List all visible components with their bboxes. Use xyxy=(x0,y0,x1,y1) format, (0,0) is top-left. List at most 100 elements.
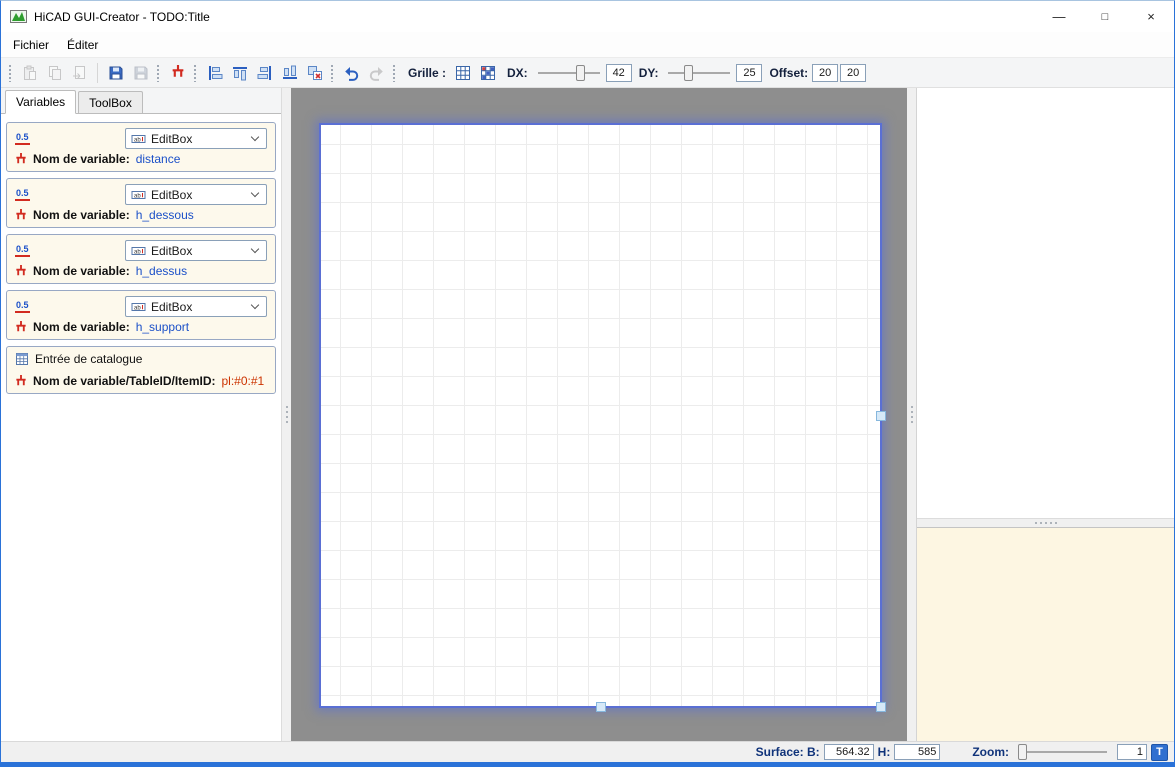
maximize-button[interactable]: □ xyxy=(1082,1,1128,32)
close-button[interactable]: × xyxy=(1128,1,1174,32)
connector-pin-icon xyxy=(15,265,27,278)
svg-text:ab: ab xyxy=(134,249,141,255)
dx-label: DX: xyxy=(507,66,528,80)
card-control-row: 0.5 ab EditBox xyxy=(15,240,267,261)
chevron-down-icon[interactable] xyxy=(249,305,261,308)
variable-name-value[interactable]: h_support xyxy=(136,320,189,334)
toolbar-grip[interactable] xyxy=(392,64,396,82)
variable-name-value[interactable]: distance xyxy=(136,152,181,166)
zoom-label: Zoom: xyxy=(972,745,1009,759)
offset-x-input[interactable]: 20 xyxy=(812,64,838,82)
control-type-value: EditBox xyxy=(151,188,244,202)
variable-card[interactable]: 0.5 ab EditBox Nom de variable: h_dessou… xyxy=(6,178,276,228)
right-top-pane xyxy=(917,88,1174,518)
app-icon xyxy=(10,9,27,24)
redo-button[interactable] xyxy=(364,60,389,85)
align-bottom-icon xyxy=(282,65,298,81)
zoom-slider[interactable] xyxy=(1017,743,1109,761)
resize-handle-bottom[interactable] xyxy=(596,702,606,712)
editbox-icon: ab xyxy=(131,244,146,258)
grille-label: Grille : xyxy=(408,66,446,80)
save-as-button[interactable] xyxy=(128,60,153,85)
control-type-value: EditBox xyxy=(151,300,244,314)
copy-button[interactable] xyxy=(42,60,67,85)
align-left-button[interactable] xyxy=(202,60,227,85)
resize-handle-right[interactable] xyxy=(876,411,886,421)
variable-name-value[interactable]: h_dessus xyxy=(136,264,187,278)
svg-text:ab: ab xyxy=(134,305,141,311)
dy-input[interactable]: 25 xyxy=(736,64,762,82)
align-right-icon xyxy=(257,65,273,81)
dy-slider-thumb[interactable] xyxy=(684,65,693,81)
menu-editer[interactable]: Éditer xyxy=(58,34,107,56)
minimize-button[interactable]: — xyxy=(1036,1,1082,32)
resize-handle-bottom-right[interactable] xyxy=(876,702,886,712)
align-bottom-button[interactable] xyxy=(277,60,302,85)
variable-card[interactable]: 0.5 ab EditBox Nom de variable: h_suppor… xyxy=(6,290,276,340)
numeric-field-icon: 0.5 xyxy=(15,132,30,145)
delete-button[interactable] xyxy=(67,60,92,85)
surface-height-input[interactable]: 585 xyxy=(894,744,940,760)
catalog-variable-value[interactable]: pl:#0:#1 xyxy=(222,374,265,388)
surface-label: Surface: B: xyxy=(756,745,820,759)
catalog-icon xyxy=(15,352,29,366)
catalog-card[interactable]: Entrée de catalogue Nom de variable/Tabl… xyxy=(6,346,276,394)
grid-toggle-button[interactable] xyxy=(450,60,475,85)
save-button[interactable] xyxy=(103,60,128,85)
variable-name-label: Nom de variable: xyxy=(33,320,130,334)
zoom-input[interactable]: 1 xyxy=(1117,744,1147,760)
chevron-down-icon[interactable] xyxy=(249,193,261,196)
variable-name-value[interactable]: h_dessous xyxy=(136,208,194,222)
align-top-button[interactable] xyxy=(227,60,252,85)
dx-slider[interactable] xyxy=(536,64,602,82)
variable-card[interactable]: 0.5 ab EditBox Nom de variable: h_dessus xyxy=(6,234,276,284)
window-bottom-border xyxy=(1,762,1174,767)
offset-y-input[interactable]: 20 xyxy=(840,64,866,82)
card-variable-row: Nom de variable: h_dessous xyxy=(15,208,267,222)
control-type-combobox[interactable]: ab EditBox xyxy=(125,240,267,261)
delete-icon xyxy=(72,65,88,81)
card-variable-row: Nom de variable: distance xyxy=(15,152,267,166)
toolbar-grip[interactable] xyxy=(330,64,334,82)
design-surface[interactable] xyxy=(319,123,882,708)
right-horizontal-splitter[interactable] xyxy=(917,518,1174,527)
tab-variables[interactable]: Variables xyxy=(5,90,76,114)
numeric-field-icon: 0.5 xyxy=(15,244,30,257)
tab-toolbox[interactable]: ToolBox xyxy=(78,91,143,113)
connector-pin-button[interactable] xyxy=(165,60,190,85)
main-toolbar: Grille : DX: 42 DY: 25 Offset: 20 20 xyxy=(1,57,1174,88)
same-size-button[interactable] xyxy=(302,60,327,85)
toolbar-grip[interactable] xyxy=(8,64,12,82)
chevron-down-icon[interactable] xyxy=(249,249,261,252)
zoom-badge-icon[interactable]: T xyxy=(1151,744,1168,761)
connector-pin-icon xyxy=(15,321,27,334)
card-control-row: 0.5 ab EditBox xyxy=(15,184,267,205)
surface-height-label: H: xyxy=(878,745,891,759)
undo-icon xyxy=(343,65,360,81)
control-type-combobox[interactable]: ab EditBox xyxy=(125,184,267,205)
control-type-combobox[interactable]: ab EditBox xyxy=(125,128,267,149)
chevron-down-icon[interactable] xyxy=(249,137,261,140)
toolbar-grip[interactable] xyxy=(156,64,160,82)
dx-input[interactable]: 42 xyxy=(606,64,632,82)
copy-icon xyxy=(47,65,63,81)
paste-button[interactable] xyxy=(17,60,42,85)
control-type-combobox[interactable]: ab EditBox xyxy=(125,296,267,317)
undo-button[interactable] xyxy=(339,60,364,85)
grid-snap-button[interactable] xyxy=(475,60,500,85)
surface-width-input[interactable]: 564.32 xyxy=(824,744,874,760)
left-splitter[interactable] xyxy=(282,88,291,741)
variable-name-label: Nom de variable: xyxy=(33,152,130,166)
dy-slider[interactable] xyxy=(666,64,732,82)
menu-fichier[interactable]: Fichier xyxy=(4,34,58,56)
right-panel xyxy=(916,88,1174,741)
variable-name-label: Nom de variable: xyxy=(33,208,130,222)
variable-card[interactable]: 0.5 ab EditBox Nom de variable: distance xyxy=(6,122,276,172)
toolbar-grip[interactable] xyxy=(193,64,197,82)
maximize-icon: □ xyxy=(1102,11,1109,23)
zoom-slider-thumb[interactable] xyxy=(1018,744,1027,760)
right-splitter[interactable] xyxy=(907,88,916,741)
design-canvas-area[interactable] xyxy=(291,88,907,741)
dx-slider-thumb[interactable] xyxy=(576,65,585,81)
align-right-button[interactable] xyxy=(252,60,277,85)
